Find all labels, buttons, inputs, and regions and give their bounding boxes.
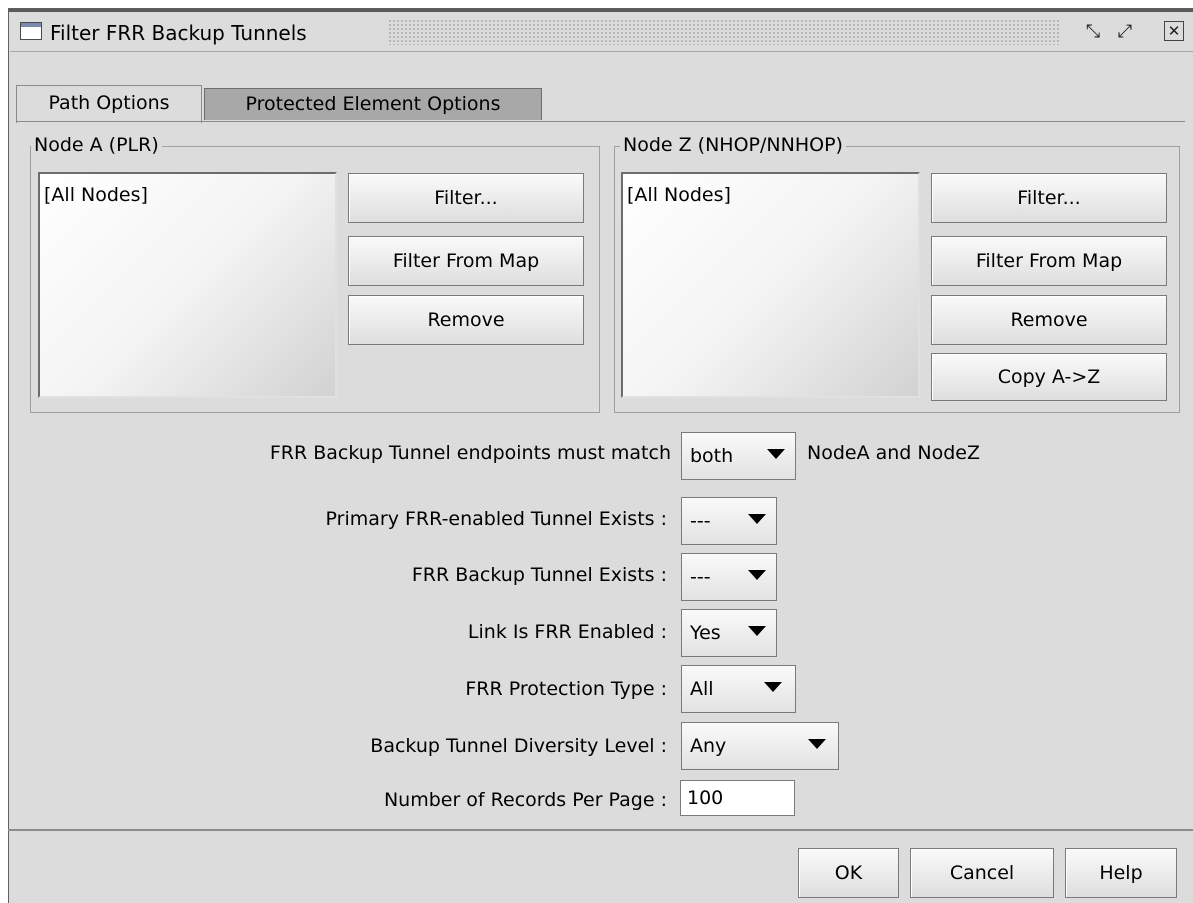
- title-bar-texture: [388, 19, 1060, 45]
- list-item[interactable]: [All Nodes]: [627, 184, 731, 206]
- backup-tunnel-exists-value: ---: [690, 566, 711, 588]
- diversity-level-value: Any: [690, 735, 727, 757]
- chevron-down-icon: [764, 682, 782, 692]
- protection-type-label: FRR Protection Type :: [465, 678, 667, 700]
- primary-tunnel-exists-label: Primary FRR-enabled Tunnel Exists :: [325, 508, 667, 530]
- protection-type-select[interactable]: All: [681, 665, 796, 713]
- node-z-remove-button[interactable]: Remove: [931, 295, 1167, 345]
- endpoints-match-label: FRR Backup Tunnel endpoints must match: [269, 442, 671, 464]
- list-item[interactable]: [All Nodes]: [44, 184, 148, 206]
- window-title: Filter FRR Backup Tunnels: [50, 21, 307, 45]
- endpoints-match-value: both: [690, 445, 734, 467]
- ok-button[interactable]: OK: [798, 848, 899, 898]
- node-z-filter-from-map-button[interactable]: Filter From Map: [931, 236, 1167, 286]
- link-frr-enabled-label: Link Is FRR Enabled :: [467, 621, 667, 643]
- maximize-icon[interactable]: ⤢: [1114, 21, 1136, 43]
- link-frr-enabled-value: Yes: [690, 622, 721, 644]
- node-z-filter-button[interactable]: Filter...: [931, 173, 1167, 223]
- footer-separator: [8, 829, 1193, 831]
- primary-tunnel-exists-value: ---: [690, 510, 711, 532]
- chevron-down-icon: [748, 626, 766, 636]
- node-a-list[interactable]: [All Nodes]: [38, 172, 337, 398]
- window-icon: [20, 22, 42, 40]
- close-icon[interactable]: ✕: [1164, 21, 1184, 41]
- records-per-page-label: Number of Records Per Page :: [383, 789, 667, 811]
- title-bar[interactable]: Filter FRR Backup Tunnels ⤡ ⤢ ✕: [10, 12, 1193, 52]
- restore-icon[interactable]: ⤡: [1082, 21, 1104, 43]
- node-a-filter-button[interactable]: Filter...: [348, 173, 584, 223]
- endpoints-match-select[interactable]: both: [681, 432, 796, 480]
- tab-protected-element-options[interactable]: Protected Element Options: [204, 88, 542, 120]
- link-frr-enabled-select[interactable]: Yes: [681, 609, 777, 657]
- backup-tunnel-exists-select[interactable]: ---: [681, 553, 777, 601]
- node-a-legend: Node A (PLR): [31, 134, 162, 156]
- protection-type-value: All: [690, 678, 714, 700]
- chevron-down-icon: [767, 449, 785, 459]
- node-z-list[interactable]: [All Nodes]: [621, 172, 920, 398]
- help-button[interactable]: Help: [1065, 848, 1177, 898]
- chevron-down-icon: [748, 514, 766, 524]
- node-z-legend: Node Z (NHOP/NNHOP): [620, 134, 846, 156]
- diversity-level-select[interactable]: Any: [681, 722, 839, 770]
- node-a-filter-from-map-button[interactable]: Filter From Map: [348, 236, 584, 286]
- backup-tunnel-exists-label: FRR Backup Tunnel Exists :: [411, 564, 667, 586]
- primary-tunnel-exists-select[interactable]: ---: [681, 497, 777, 545]
- endpoints-match-suffix: NodeA and NodeZ: [807, 442, 981, 464]
- chevron-down-icon: [748, 570, 766, 580]
- chevron-down-icon: [808, 739, 826, 749]
- diversity-level-label: Backup Tunnel Diversity Level :: [370, 735, 667, 757]
- cancel-button[interactable]: Cancel: [910, 848, 1054, 898]
- node-a-remove-button[interactable]: Remove: [348, 295, 584, 345]
- tab-path-options[interactable]: Path Options: [16, 85, 202, 123]
- records-per-page-input[interactable]: [680, 780, 795, 816]
- copy-a-to-z-button[interactable]: Copy A->Z: [931, 353, 1167, 401]
